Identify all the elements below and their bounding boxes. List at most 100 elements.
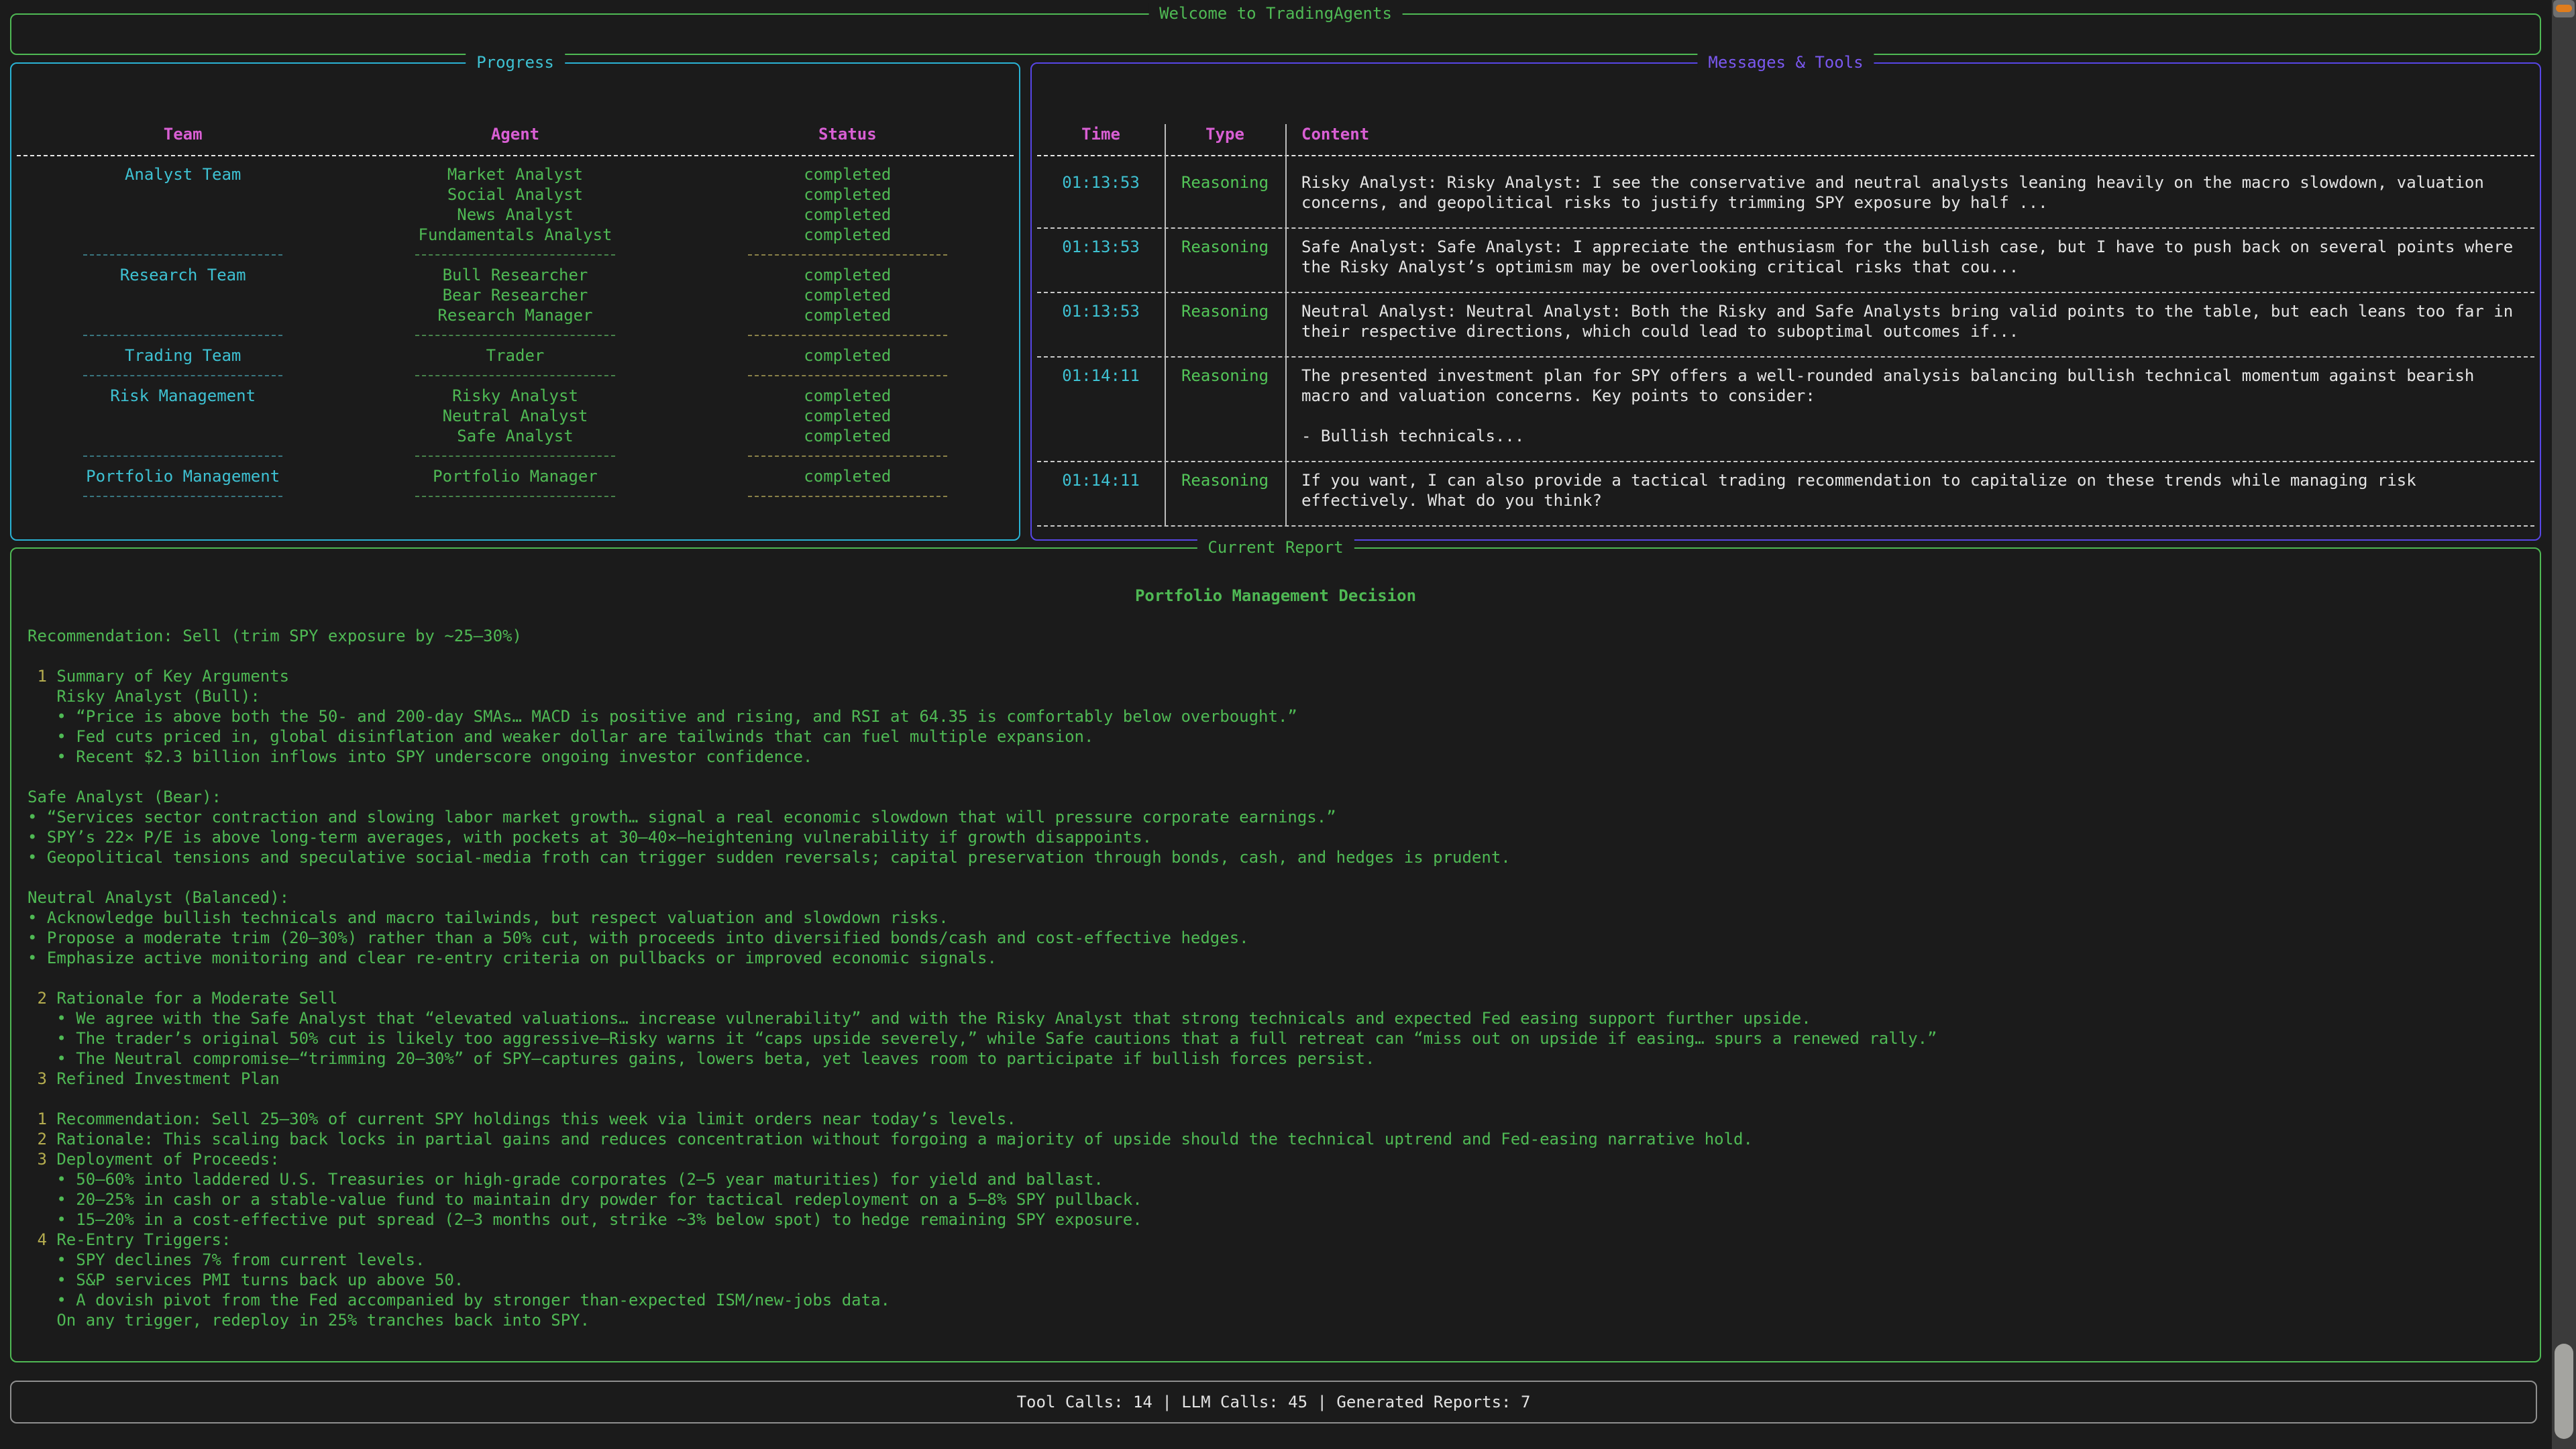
status-badge: completed: [682, 164, 1014, 184]
agent-cell: Market AnalystSocial AnalystNews Analyst…: [349, 164, 681, 245]
progress-group-row: Analyst TeamMarket AnalystSocial Analyst…: [17, 164, 1014, 245]
status-cell: completed: [682, 466, 1014, 486]
status-badge: completed: [682, 184, 1014, 205]
agent-divider: [415, 335, 614, 336]
team-cell: Analyst Team: [17, 164, 349, 245]
column-separator: [1165, 124, 1166, 527]
agent-cell: Trader: [349, 345, 681, 366]
message-type: Reasoning: [1165, 470, 1285, 511]
list-number: 2: [37, 989, 46, 1008]
column-separator: [1285, 124, 1287, 527]
agent-divider: [415, 455, 614, 457]
status-badge: completed: [682, 225, 1014, 245]
agent-divider: [415, 375, 614, 376]
agent-name: Trader: [349, 345, 681, 366]
welcome-panel: Welcome to TradingAgents: [10, 13, 2541, 55]
report-line: Safe Analyst (Bear):: [28, 787, 2524, 807]
message-content: Neutral Analyst: Neutral Analyst: Both t…: [1285, 301, 2534, 341]
report-line: 4 Re-Entry Triggers:: [28, 1230, 2524, 1250]
vertical-scrollbar-thumb[interactable]: [2555, 1344, 2573, 1439]
messages-title: Messages & Tools: [1697, 52, 1874, 72]
group-divider-row: [17, 446, 1014, 466]
vertical-scrollbar-track[interactable]: [2552, 0, 2576, 1449]
list-number: 1: [37, 667, 46, 686]
report-line: 3 Deployment of Proceeds:: [28, 1149, 2524, 1169]
team-name: Risk Management: [17, 386, 349, 406]
message-type: Reasoning: [1165, 237, 1285, 277]
blank-line: [28, 646, 2524, 666]
messages-table: Time Type Content 01:13:53ReasoningRisky…: [1037, 124, 2534, 527]
message-content: Risky Analyst: Risky Analyst: I see the …: [1285, 172, 2534, 213]
report-line: • “Price is above both the 50- and 200-d…: [28, 706, 2524, 727]
group-divider-row: [17, 366, 1014, 386]
message-type: Reasoning: [1165, 366, 1285, 446]
report-line: • Recent $2.3 billion inflows into SPY u…: [28, 747, 2524, 767]
team-name: Portfolio Management: [17, 466, 349, 486]
message-content: Safe Analyst: Safe Analyst: I appreciate…: [1285, 237, 2534, 277]
message-time: 01:13:53: [1037, 301, 1165, 341]
agent-cell: Bull ResearcherBear ResearcherResearch M…: [349, 265, 681, 325]
report-line: • The Neutral compromise—“trimming 20–30…: [28, 1049, 2524, 1069]
blank-line: [28, 968, 2524, 988]
status-badge: completed: [682, 305, 1014, 325]
progress-group-row: Risk ManagementRisky AnalystNeutral Anal…: [17, 386, 1014, 446]
report-line: 3 Refined Investment Plan: [28, 1069, 2524, 1089]
report-line: Risky Analyst (Bull):: [28, 686, 2524, 706]
progress-group-row: Research TeamBull ResearcherBear Researc…: [17, 265, 1014, 325]
welcome-title: Welcome to TradingAgents: [1148, 3, 1403, 23]
report-line: • SPY declines 7% from current levels.: [28, 1250, 2524, 1270]
message-row: 01:13:53ReasoningRisky Analyst: Risky An…: [1037, 164, 2534, 229]
team-name: Trading Team: [17, 345, 349, 366]
status-badge: completed: [682, 285, 1014, 305]
agent-cell: Risky AnalystNeutral AnalystSafe Analyst: [349, 386, 681, 446]
agent-name: Research Manager: [349, 305, 681, 325]
progress-table-body: Analyst TeamMarket AnalystSocial Analyst…: [17, 164, 1014, 506]
team-divider: [83, 335, 282, 336]
message-time: 01:14:11: [1037, 366, 1165, 446]
messages-panel: Messages & Tools Time Type Content 01:13…: [1030, 62, 2541, 541]
report-line: • Acknowledge bullish technicals and mac…: [28, 908, 2524, 928]
column-header-content: Content: [1285, 124, 2534, 144]
message-time: 01:13:53: [1037, 172, 1165, 213]
list-number: 3: [37, 1150, 46, 1169]
agent-name: News Analyst: [349, 205, 681, 225]
report-line: 2 Rationale: This scaling back locks in …: [28, 1129, 2524, 1149]
status-badge: completed: [682, 205, 1014, 225]
team-divider: [83, 455, 282, 457]
header-divider: [17, 144, 1014, 156]
report-line: • 15–20% in a cost-effective put spread …: [28, 1210, 2524, 1230]
list-number: 2: [37, 1130, 46, 1148]
group-divider-row: [17, 245, 1014, 265]
status-badge: completed: [682, 345, 1014, 366]
report-line: • Propose a moderate trim (20–30%) rathe…: [28, 928, 2524, 948]
column-header-type: Type: [1165, 124, 1285, 144]
agent-name: Neutral Analyst: [349, 406, 681, 426]
agent-name: Portfolio Manager: [349, 466, 681, 486]
report-line: 2 Rationale for a Moderate Sell: [28, 988, 2524, 1008]
report-line: Neutral Analyst (Balanced):: [28, 888, 2524, 908]
agent-name: Bull Researcher: [349, 265, 681, 285]
agent-name: Safe Analyst: [349, 426, 681, 446]
messages-table-header: Time Type Content: [1037, 124, 2534, 144]
agent-cell: Portfolio Manager: [349, 466, 681, 486]
status-divider: [748, 455, 947, 457]
report-line: • “Services sector contraction and slowi…: [28, 807, 2524, 827]
team-divider: [83, 496, 282, 497]
report-line: • The trader’s original 50% cut is likel…: [28, 1028, 2524, 1049]
blank-line: [28, 867, 2524, 888]
header-divider: [1037, 144, 2534, 156]
report-title: Current Report: [1197, 537, 1354, 557]
spacer: [1037, 156, 2534, 164]
status-badge: completed: [682, 406, 1014, 426]
status-badge: completed: [682, 426, 1014, 446]
scrollbar-orange-indicator: [2556, 5, 2572, 12]
agent-name: Risky Analyst: [349, 386, 681, 406]
report-line: • We agree with the Safe Analyst that “e…: [28, 1008, 2524, 1028]
status-divider: [748, 335, 947, 336]
team-name: Research Team: [17, 265, 349, 285]
status-badge: completed: [682, 466, 1014, 486]
team-cell: Risk Management: [17, 386, 349, 446]
message-time: 01:13:53: [1037, 237, 1165, 277]
status-badge: completed: [682, 386, 1014, 406]
progress-group-row: Portfolio ManagementPortfolio Managercom…: [17, 466, 1014, 486]
